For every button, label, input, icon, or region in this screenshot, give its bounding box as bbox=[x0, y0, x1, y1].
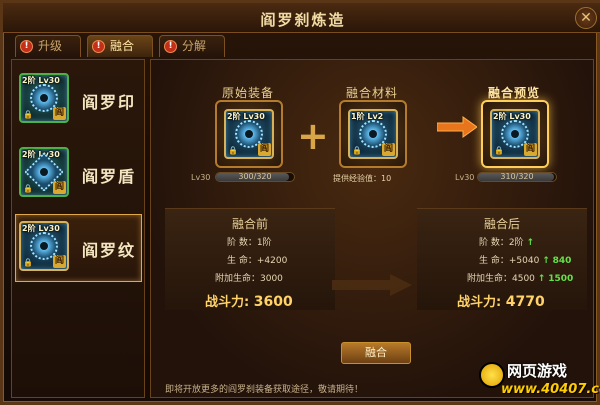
lock-icon: 🔒 bbox=[494, 146, 504, 155]
tab-upgrade[interactable]: ! 升级 bbox=[15, 35, 81, 57]
bonus-gain: 1500 bbox=[548, 274, 574, 284]
title-bar: 阎罗刹炼造 ✕ bbox=[3, 3, 600, 33]
lock-icon: 🔒 bbox=[228, 146, 238, 155]
after-hp: 生 命：+5040 bbox=[479, 256, 540, 266]
alert-icon: ! bbox=[164, 40, 177, 53]
equipment-name: 阎罗盾 bbox=[82, 167, 137, 186]
power-label: 战斗力: bbox=[457, 295, 502, 310]
original-equipment-icon: 2阶 Lv30 🔒 阎 bbox=[224, 109, 274, 159]
preview-equipment-icon: 2阶 Lv30 🔒 阎 bbox=[490, 109, 540, 159]
original-label: 原始装备 bbox=[221, 86, 274, 100]
material-equipment-icon: 1阶 Lv2 🔒 阎 bbox=[348, 109, 398, 159]
after-rank-line: 阶 数：2阶 ↑ bbox=[479, 235, 534, 248]
gem-core bbox=[40, 94, 48, 102]
equipment-item-seal[interactable]: 2阶 Lv30 🔒 阎 阎罗印 bbox=[15, 66, 142, 134]
seal-badge: 阎 bbox=[258, 143, 271, 156]
equipment-name: 阎罗印 bbox=[82, 93, 137, 112]
tab-label: 融合 bbox=[110, 39, 135, 53]
lock-icon: 🔒 bbox=[23, 110, 33, 119]
watermark-line1: 网页游戏 bbox=[507, 362, 568, 380]
material-exp-note: 提供经验值：10 bbox=[333, 174, 392, 183]
gem-core bbox=[245, 130, 253, 138]
alert-icon: ! bbox=[20, 40, 33, 53]
fuse-button[interactable]: 融合 bbox=[341, 342, 411, 364]
arrow-up-icon: ↑ bbox=[542, 256, 550, 266]
tab-fusion[interactable]: ! 融合 bbox=[87, 35, 153, 57]
original-exp-bar: 300/320 bbox=[215, 172, 295, 182]
alert-icon: ! bbox=[92, 40, 105, 53]
before-hp: 生 命：+4200 bbox=[227, 256, 288, 266]
seal-equipment-icon: 2阶 Lv30 🔒 阎 bbox=[19, 73, 69, 123]
hp-gain: 840 bbox=[552, 256, 572, 266]
original-level: Lv30 bbox=[191, 173, 211, 182]
power-value: 3600 bbox=[253, 294, 293, 310]
material-slot[interactable]: 1阶 Lv2 🔒 阎 bbox=[339, 100, 407, 168]
lock-icon: 🔒 bbox=[23, 258, 33, 267]
fusion-panel: 原始装备 2阶 Lv30 🔒 阎 Lv30 300/320 + 融合材料 1阶 … bbox=[150, 59, 594, 398]
after-power: 战斗力: 4770 bbox=[457, 291, 545, 310]
after-hp-line: 生 命：+5040 ↑ 840 bbox=[479, 253, 571, 266]
equipment-item-pattern[interactable]: 2阶 Lv30 🔒 阎 阎罗纹 bbox=[15, 214, 142, 282]
gem-core bbox=[369, 130, 377, 138]
tab-label: 分解 bbox=[182, 39, 207, 53]
equipment-name: 阎罗纹 bbox=[82, 241, 137, 260]
gem-core bbox=[511, 130, 519, 138]
exp-text: 300/320 bbox=[238, 172, 272, 181]
preview-slot: 2阶 Lv30 🔒 阎 bbox=[481, 100, 549, 168]
lock-icon: 🔒 bbox=[23, 184, 33, 193]
seal-badge: 阎 bbox=[53, 181, 66, 194]
after-rank: 阶 数：2阶 bbox=[479, 238, 524, 248]
before-rank: 阶 数：1阶 bbox=[227, 238, 272, 248]
hint-text: 即将开放更多的阎罗刹装备获取途径，敬请期待！ bbox=[165, 385, 364, 395]
original-slot[interactable]: 2阶 Lv30 🔒 阎 bbox=[215, 100, 283, 168]
arrow-right-icon bbox=[437, 116, 477, 138]
after-stats-panel: 融合后 阶 数：2阶 ↑ 生 命：+5040 ↑ 840 附加生命：4500 ↑… bbox=[417, 208, 587, 310]
equipment-list: 2阶 Lv30 🔒 阎 阎罗印 2阶 Lv30 🔒 阎 阎罗盾 2阶 Lv30 bbox=[11, 59, 145, 398]
seal-badge: 阎 bbox=[524, 143, 537, 156]
close-button[interactable]: ✕ bbox=[575, 7, 597, 29]
before-bonus-hp: 附加生命：3000 bbox=[215, 274, 283, 284]
after-bonus-line: 附加生命：4500 ↑ 1500 bbox=[467, 271, 573, 284]
arrow-up-icon: ↑ bbox=[526, 238, 535, 248]
watermark-line2: www.40407.com bbox=[501, 382, 600, 397]
seal-badge: 阎 bbox=[53, 255, 66, 268]
seal-badge: 阎 bbox=[53, 107, 66, 120]
preview-label: 融合预览 bbox=[487, 86, 540, 100]
equipment-item-shield[interactable]: 2阶 Lv30 🔒 阎 阎罗盾 bbox=[15, 140, 142, 208]
gem-core bbox=[40, 242, 48, 250]
exp-text: 310/320 bbox=[500, 172, 534, 181]
transition-arrow-icon bbox=[332, 274, 412, 296]
power-value: 4770 bbox=[505, 294, 545, 310]
before-power: 战斗力: 3600 bbox=[205, 291, 293, 310]
site-watermark: 网页游戏 www.40407.com bbox=[479, 358, 600, 404]
shield-equipment-icon: 2阶 Lv30 🔒 阎 bbox=[19, 147, 69, 197]
forge-window: 阎罗刹炼造 ✕ ! 升级 ! 融合 ! 分解 2阶 Lv30 🔒 阎 阎罗印 2… bbox=[0, 0, 600, 405]
seal-badge: 阎 bbox=[382, 143, 395, 156]
before-title: 融合前 bbox=[231, 217, 268, 231]
gem-core bbox=[40, 168, 48, 176]
power-label: 战斗力: bbox=[205, 295, 250, 310]
preview-level: Lv30 bbox=[455, 173, 475, 182]
before-stats-panel: 融合前 阶 数：1阶 生 命：+4200 附加生命：3000 战斗力: 3600 bbox=[165, 208, 335, 310]
window-title: 阎罗刹炼造 bbox=[260, 11, 346, 29]
tab-decompose[interactable]: ! 分解 bbox=[159, 35, 225, 57]
preview-exp-bar: 310/320 bbox=[477, 172, 557, 182]
plus-icon: + bbox=[297, 114, 329, 158]
after-bonus-hp: 附加生命：4500 bbox=[467, 274, 535, 284]
lock-icon: 🔒 bbox=[352, 146, 362, 155]
tab-label: 升级 bbox=[38, 39, 63, 53]
after-title: 融合后 bbox=[483, 217, 520, 231]
arrow-up-icon: ↑ bbox=[537, 274, 546, 284]
material-label: 融合材料 bbox=[345, 86, 398, 100]
pattern-equipment-icon: 2阶 Lv30 🔒 阎 bbox=[19, 221, 69, 271]
